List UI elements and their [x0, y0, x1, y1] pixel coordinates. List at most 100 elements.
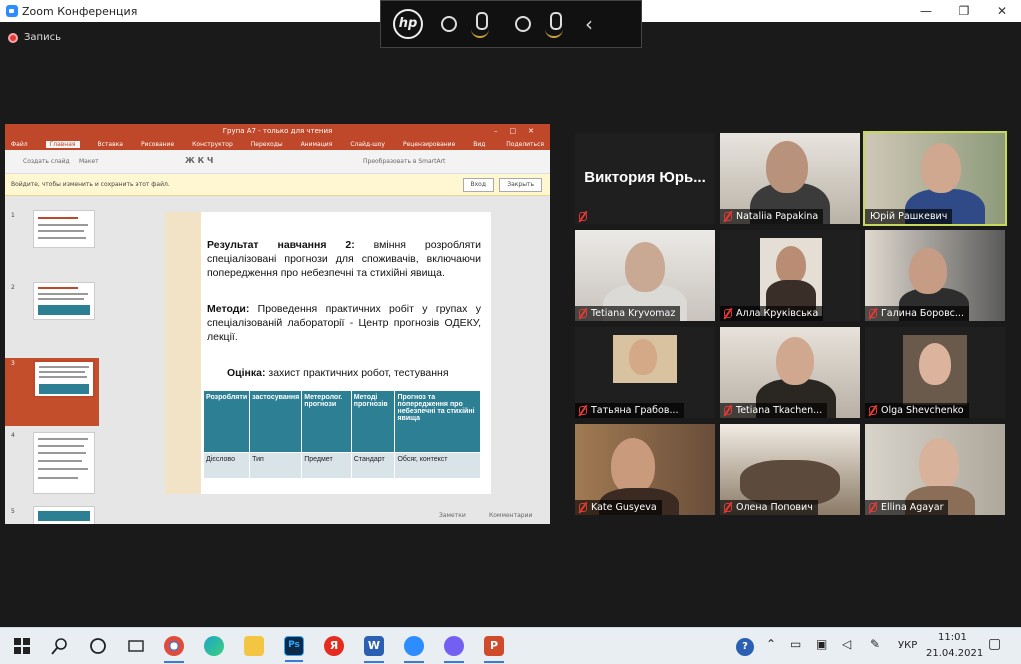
slide-thumbnail-2[interactable]	[33, 282, 95, 320]
windows-start-icon[interactable]	[12, 636, 32, 656]
participant-tile[interactable]: Tetiana Tkachen...	[720, 327, 860, 418]
current-slide: Результат навчання 2: вміння розробляти …	[165, 212, 491, 494]
slide-thumbnail-3[interactable]	[33, 360, 95, 398]
powerpoint-icon[interactable]: P	[484, 636, 504, 663]
participant-tile[interactable]: Olga Shevchenko	[865, 327, 1005, 418]
menu-insert[interactable]: Вставка	[98, 141, 123, 148]
notes-button[interactable]: Заметки	[439, 512, 466, 519]
menu-animation[interactable]: Анимация	[301, 141, 333, 148]
participant-nametag: Юрій Рашкевич	[865, 209, 953, 224]
mic-muted-icon	[724, 309, 732, 318]
login-button[interactable]: Вход	[462, 178, 494, 192]
ppt-menu: Файл Главная Вставка Рисование Конструкт…	[5, 138, 550, 150]
participant-name: Галина Боровс...	[881, 308, 964, 319]
participant-tile[interactable]: Виктория Юрь...	[575, 133, 715, 224]
camera-toggle-icon-2[interactable]	[515, 16, 531, 32]
participant-tile[interactable]: Tetiana Kryvomaz	[575, 230, 715, 321]
word-icon[interactable]: W	[364, 636, 384, 663]
mic-icon[interactable]	[471, 10, 489, 38]
chrome-icon[interactable]	[164, 636, 184, 663]
table-cell: Обсяг, контекст	[394, 452, 481, 479]
minimize-button[interactable]: —	[907, 0, 945, 22]
menu-draw[interactable]: Рисование	[141, 141, 174, 148]
edge-icon[interactable]	[204, 636, 224, 656]
menu-slideshow[interactable]: Слайд-шоу	[350, 141, 385, 148]
zoom-taskbar-icon[interactable]	[404, 636, 424, 663]
participant-tile[interactable]: Олена Попович	[720, 424, 860, 515]
recording-label: Запись	[24, 32, 61, 43]
close-button[interactable]: ✕	[983, 0, 1021, 22]
menu-home[interactable]: Главная	[45, 140, 80, 148]
slide-thumbnail-1[interactable]	[33, 210, 95, 248]
slide-accent-strip	[165, 212, 201, 494]
smartart-button[interactable]: Преобразовать в SmartArt	[363, 158, 445, 165]
mic-muted-icon	[579, 406, 587, 415]
participant-tile[interactable]: Галина Боровс...	[865, 230, 1005, 321]
table-cell: Стандарт	[350, 452, 396, 479]
menu-transitions[interactable]: Переходы	[251, 141, 283, 148]
collapse-chevron-icon[interactable]: ‹	[585, 12, 593, 36]
recording-indicator[interactable]: Запись	[8, 32, 61, 43]
participant-name: Олена Попович	[736, 502, 813, 513]
participant-tile[interactable]: Алла Круківська	[720, 230, 860, 321]
participant-tile[interactable]: Татьяна Грабов...	[575, 327, 715, 418]
mic-active-icon[interactable]	[545, 10, 563, 38]
photoshop-icon[interactable]: Ps	[284, 636, 304, 662]
ppt-window-controls: –□✕	[494, 127, 546, 135]
participant-name: Татьяна Грабов...	[591, 405, 679, 416]
p2-bold: Методи:	[207, 303, 250, 315]
ppt-statusbar: Заметки Комментарии	[123, 506, 550, 524]
search-icon[interactable]	[50, 636, 70, 656]
cortana-icon[interactable]	[88, 636, 108, 656]
participant-tile[interactable]: Nataliia Papakina	[720, 133, 860, 224]
network-icon[interactable]: ▣	[816, 637, 827, 651]
share-button[interactable]: Поделиться	[506, 141, 544, 148]
camera-toggle-icon[interactable]	[441, 16, 457, 32]
clock-time[interactable]: 11:01	[938, 632, 967, 643]
volume-icon[interactable]: ◁	[842, 637, 851, 651]
menu-view[interactable]: Вид	[473, 141, 485, 148]
notifications-icon[interactable]: ▢	[988, 636, 1001, 652]
maximize-button[interactable]: ❐	[945, 0, 983, 22]
p3-bold: Оцінка:	[227, 367, 266, 379]
window-controls: — ❐ ✕	[907, 0, 1021, 22]
hp-camera-toolbar: hp ‹	[380, 0, 642, 48]
layout-button[interactable]: Макет	[79, 158, 99, 165]
slide-thumbnail-4[interactable]	[33, 432, 95, 494]
task-view-icon[interactable]	[126, 636, 146, 656]
menu-review[interactable]: Рецензирование	[403, 141, 455, 148]
viber-icon[interactable]	[444, 636, 464, 663]
file-explorer-icon[interactable]	[244, 636, 264, 656]
mic-muted-icon	[724, 212, 732, 221]
show-hidden-icons-icon[interactable]: ⌃	[766, 637, 776, 651]
slide-thumbnail-5[interactable]	[33, 506, 95, 524]
table-cell: Тип	[249, 452, 303, 479]
participant-tile[interactable]: Ellina Agayar	[865, 424, 1005, 515]
participant-nametag: Nataliia Papakina	[720, 209, 824, 224]
mic-muted-icon	[579, 309, 587, 318]
mic-muted-icon	[724, 503, 732, 512]
participant-name: Nataliia Papakina	[736, 211, 819, 222]
close-message-button[interactable]: Закрыть	[499, 178, 542, 192]
pen-icon[interactable]: ✎	[870, 637, 880, 651]
participant-name: Tetiana Kryvomaz	[591, 308, 676, 319]
comments-button[interactable]: Комментарии	[489, 512, 532, 519]
participant-tile[interactable]: Kate Gusyeva	[575, 424, 715, 515]
menu-design[interactable]: Конструктор	[192, 141, 233, 148]
slide-number: 4	[11, 432, 15, 439]
font-style-buttons[interactable]: Ж К Ч	[185, 156, 213, 165]
slide-paragraph-1: Результат навчання 2: вміння розробляти …	[207, 238, 481, 280]
menu-file[interactable]: Файл	[11, 141, 28, 148]
participant-name: Ellina Agayar	[881, 502, 944, 513]
participant-name: Kate Gusyeva	[591, 502, 657, 513]
participant-nametag: Kate Gusyeva	[575, 500, 662, 515]
participant-tile-active-speaker[interactable]: Юрій Рашкевич	[863, 131, 1007, 226]
window-title: Zoom Конференция	[22, 4, 138, 18]
new-slide-button[interactable]: Создать слайд	[23, 158, 70, 165]
battery-icon[interactable]: ▭	[790, 637, 801, 651]
shared-powerpoint: Група А7 - только для чтения –□✕ Файл Гл…	[5, 124, 550, 524]
help-icon[interactable]: ?	[736, 638, 754, 656]
language-indicator[interactable]: УКР	[898, 640, 917, 651]
clock-date[interactable]: 21.04.2021	[926, 648, 983, 659]
yandex-browser-icon[interactable]: Я	[324, 636, 344, 656]
